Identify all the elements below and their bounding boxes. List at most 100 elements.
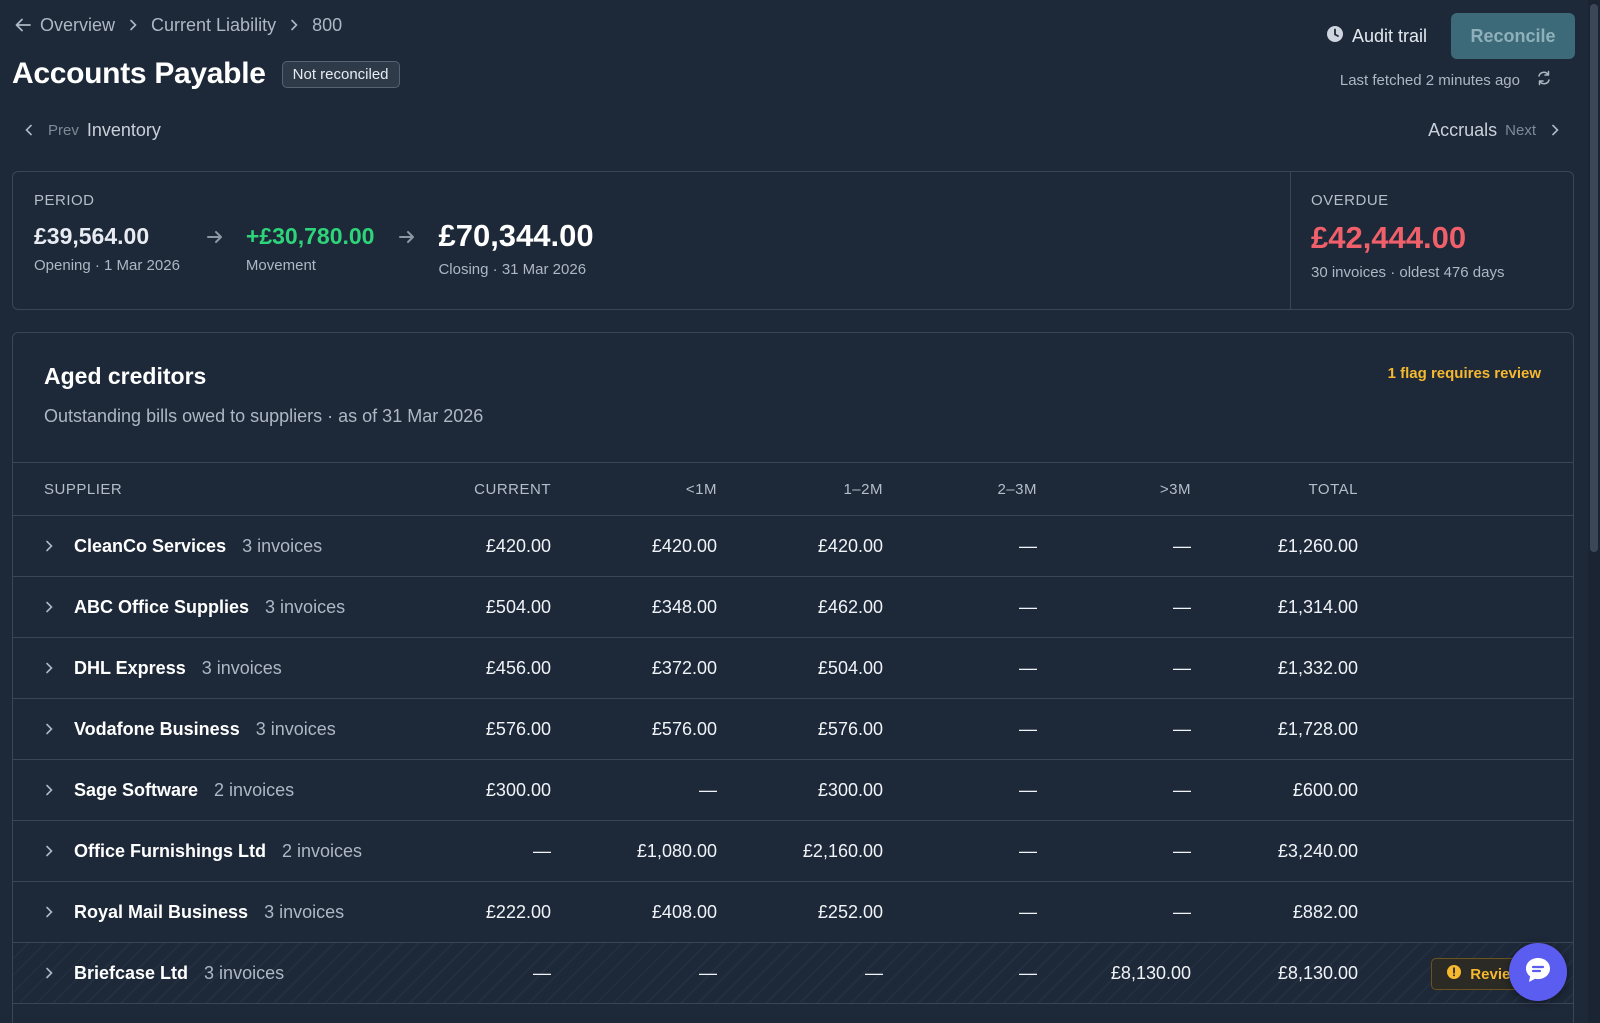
arrow-left-icon[interactable] <box>14 16 40 34</box>
chevron-right-icon[interactable] <box>44 967 74 979</box>
reconcile-button[interactable]: Reconcile <box>1451 13 1575 59</box>
cell-2-3m: — <box>1019 535 1037 556</box>
col-gt-3m[interactable]: >3M <box>1160 481 1191 498</box>
chevron-left-icon <box>24 124 34 136</box>
chevron-right-icon[interactable] <box>44 784 74 796</box>
supplier-cell: ABC Office Supplies 3 invoices <box>44 597 345 618</box>
aged-creditors-header: Aged creditors Outstanding bills owed to… <box>13 333 1573 463</box>
last-fetched-text: Last fetched 2 minutes ago <box>1339 71 1520 89</box>
breadcrumb: Overview Current Liability 800 <box>14 12 342 38</box>
chevron-right-icon[interactable] <box>44 540 74 552</box>
chevron-right-icon[interactable] <box>44 723 74 735</box>
movement-amount: +£30,780.00 <box>245 223 375 249</box>
audit-trail-label: Audit trail <box>1351 25 1427 46</box>
cell-current: £504.00 <box>485 596 551 617</box>
cell-1-2m: £252.00 <box>817 901 883 922</box>
breadcrumb-overview[interactable]: Overview <box>40 15 115 36</box>
cell-gt-3m: — <box>1173 535 1191 556</box>
invoice-count: 2 invoices <box>214 779 295 800</box>
col-current[interactable]: CURRENT <box>474 481 551 498</box>
col-total[interactable]: TOTAL <box>1309 481 1358 498</box>
closing-balance: £70,344.00 Closing · 31 Mar 2026 <box>438 218 593 278</box>
col-supplier[interactable]: SUPPLIER <box>44 481 122 498</box>
next-label: Next <box>1505 121 1536 139</box>
movement-sub: Movement <box>245 257 316 274</box>
next-account-name: Accruals <box>1428 119 1498 140</box>
cell-total: £1,332.00 <box>1277 657 1358 678</box>
col-lt-1m[interactable]: <1M <box>686 481 717 498</box>
cell-current: — <box>533 840 551 861</box>
scrollbar-thumb[interactable] <box>1590 4 1598 552</box>
opening-balance: £39,564.00 Opening · 1 Mar 2026 <box>34 223 180 274</box>
cell-current: £576.00 <box>485 718 551 739</box>
chat-icon <box>1523 955 1553 990</box>
chevron-right-icon[interactable] <box>44 845 74 857</box>
supplier-name[interactable]: ABC Office Supplies <box>74 597 249 618</box>
refresh-icon[interactable] <box>1536 70 1552 90</box>
cell-gt-3m: — <box>1173 840 1191 861</box>
aged-creditors-card: Aged creditors Outstanding bills owed to… <box>12 332 1574 1023</box>
last-fetched: Last fetched 2 minutes ago <box>1340 70 1552 90</box>
cell-2-3m: — <box>1019 596 1037 617</box>
supplier-name[interactable]: Sage Software <box>74 780 198 801</box>
table-row[interactable]: Office Furnishings Ltd 2 invoices — £1,080.… <box>13 821 1573 882</box>
supplier-name[interactable]: Office Furnishings Ltd <box>74 841 266 862</box>
invoice-count: 3 invoices <box>201 657 282 678</box>
supplier-name[interactable]: Vodafone Business <box>74 719 240 740</box>
cell-lt-1m: £420.00 <box>651 535 717 556</box>
chevron-right-icon <box>1550 124 1560 136</box>
chevron-right-icon[interactable] <box>44 906 74 918</box>
table-row[interactable]: CleanCo Services 3 invoices £420.00 £420.00… <box>13 516 1573 577</box>
cell-lt-1m: £372.00 <box>651 657 717 678</box>
audit-trail-button[interactable]: Audit trail <box>1326 25 1427 48</box>
cell-total: £882.00 <box>1292 901 1358 922</box>
table-row[interactable]: Sage Software 2 invoices £300.00 — £300.00 — —… <box>13 760 1573 821</box>
arrow-right-icon <box>206 229 224 250</box>
col-1-2m[interactable]: 1–2M <box>843 481 883 498</box>
cell-lt-1m: — <box>699 779 717 800</box>
closing-amount: £70,344.00 <box>438 218 594 253</box>
table-row[interactable]: ABC Office Supplies 3 invoices £504.00 £348… <box>13 577 1573 638</box>
cell-2-3m: — <box>1019 962 1037 983</box>
invoice-count: 3 invoices <box>265 596 346 617</box>
period-values: £39,564.00 Opening · 1 Mar 2026 +£30,780… <box>34 218 1269 278</box>
table-row[interactable]: Briefcase Ltd 3 invoices — — — — £8,130.00 £8,1… <box>13 943 1573 1004</box>
table-row[interactable]: Royal Mail Business 3 invoices £222.00 £408… <box>13 882 1573 943</box>
chevron-right-icon <box>115 19 151 31</box>
cell-gt-3m: — <box>1173 596 1191 617</box>
cell-1-2m: — <box>865 962 883 983</box>
col-2-3m[interactable]: 2–3M <box>997 481 1037 498</box>
cell-lt-1m: £576.00 <box>651 718 717 739</box>
chat-button[interactable] <box>1509 943 1567 1001</box>
supplier-name[interactable]: DHL Express <box>74 658 186 679</box>
breadcrumb-account-code[interactable]: 800 <box>312 15 342 36</box>
opening-sub: Opening · 1 Mar 2026 <box>34 257 180 274</box>
table-body: CleanCo Services 3 invoices £420.00 £420.00… <box>13 516 1573 1004</box>
supplier-cell: Sage Software 2 invoices <box>44 780 294 801</box>
status-badge: Not reconciled <box>281 60 400 88</box>
cell-current: £222.00 <box>485 901 551 922</box>
cell-2-3m: — <box>1019 840 1037 861</box>
clock-icon <box>1326 25 1344 48</box>
chevron-right-icon[interactable] <box>44 601 74 613</box>
supplier-name[interactable]: Royal Mail Business <box>74 902 248 923</box>
next-account-link[interactable]: Accruals Next <box>1428 116 1560 144</box>
table-row[interactable]: DHL Express 3 invoices £456.00 £372.00 £504.… <box>13 638 1573 699</box>
cell-2-3m: — <box>1019 901 1037 922</box>
table-header: SUPPLIER CURRENT <1M 1–2M 2–3M >3M TOTAL <box>13 463 1573 516</box>
flag-review-link[interactable]: 1 flag requires review <box>1388 365 1541 382</box>
cell-2-3m: — <box>1019 718 1037 739</box>
table-row[interactable]: Vodafone Business 3 invoices £576.00 £576.0… <box>13 699 1573 760</box>
arrow-right-icon <box>398 229 416 250</box>
cell-current: £300.00 <box>485 779 551 800</box>
aged-creditors-subtitle: Outstanding bills owed to suppliers · as… <box>44 406 484 426</box>
cell-lt-1m: £408.00 <box>651 901 717 922</box>
cell-current: £420.00 <box>485 535 551 556</box>
scrollbar-track[interactable] <box>1588 0 1600 1023</box>
chevron-right-icon[interactable] <box>44 662 74 674</box>
supplier-name[interactable]: CleanCo Services <box>74 536 226 557</box>
breadcrumb-current-liability[interactable]: Current Liability <box>151 15 276 36</box>
supplier-name[interactable]: Briefcase Ltd <box>74 963 188 984</box>
cell-total: £1,314.00 <box>1277 596 1358 617</box>
prev-account-link[interactable]: Prev Inventory <box>24 116 161 144</box>
